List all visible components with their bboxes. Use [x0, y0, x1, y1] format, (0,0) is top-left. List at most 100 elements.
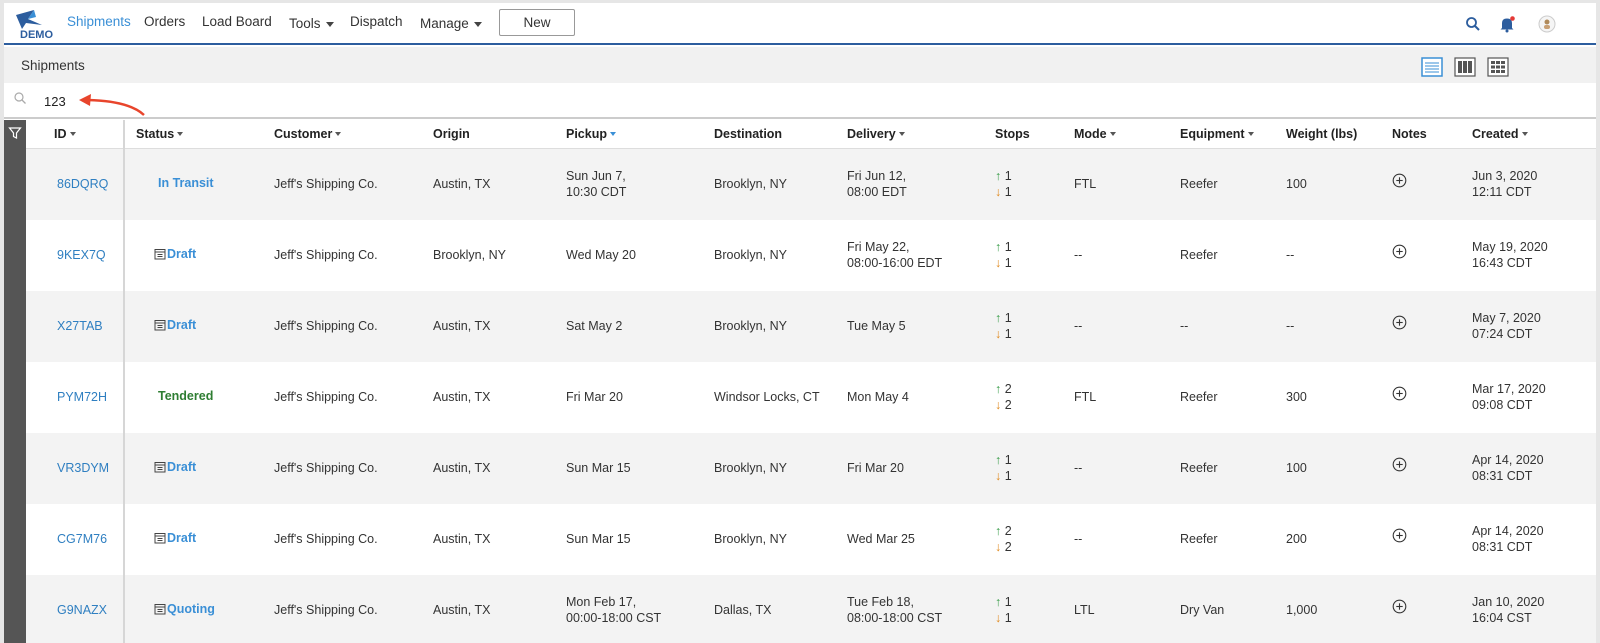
- shipment-id-link[interactable]: PYM72H: [57, 389, 107, 405]
- status-label: Draft: [167, 460, 197, 474]
- weight-cell: --: [1286, 319, 1295, 333]
- mode-cell: --: [1074, 319, 1083, 333]
- search-icon[interactable]: [1464, 15, 1482, 33]
- created-cell: Apr 14, 2020 08:31 CDT: [1472, 452, 1544, 484]
- origin-cell: Austin, TX: [433, 461, 491, 475]
- pickup-cell: Wed May 20: [566, 247, 636, 263]
- origin-cell: Austin, TX: [433, 319, 491, 333]
- delivery-stops-count: 1: [1004, 327, 1012, 341]
- created-date: May 19, 2020: [1472, 240, 1548, 254]
- sort-icon: [1109, 132, 1116, 136]
- pickup-date: Mon Feb 17,: [566, 595, 637, 609]
- origin-cell: Brooklyn, NY: [433, 248, 506, 262]
- customer-cell: Jeff's Shipping Co.: [274, 177, 378, 191]
- weight-cell: 1,000: [1286, 603, 1318, 617]
- delivery-time: 08:00-18:00 CST: [847, 611, 943, 625]
- arrow-up-icon: ↑: [995, 595, 1002, 609]
- pickup-date: Sat May 2: [566, 319, 623, 333]
- status-badge: Quoting: [154, 602, 215, 616]
- status-label: Draft: [167, 247, 197, 261]
- col-status[interactable]: Status: [136, 127, 184, 141]
- destination-cell: Brooklyn, NY: [714, 248, 787, 262]
- shipment-id-link[interactable]: G9NAZX: [57, 602, 107, 618]
- sort-icon: [898, 132, 905, 136]
- filter-sidebar[interactable]: [4, 120, 26, 643]
- col-equipment[interactable]: Equipment: [1180, 127, 1254, 141]
- add-note-icon[interactable]: [1392, 457, 1407, 472]
- created-time: 07:24 CDT: [1472, 327, 1533, 341]
- delivery-stops-count: 2: [1004, 540, 1012, 554]
- table-row[interactable]: X27TAB Draft Jeff's Shipping Co. Austin, TX…: [26, 291, 1596, 362]
- status-badge: Draft: [154, 531, 196, 545]
- weight-cell: 200: [1286, 532, 1307, 546]
- col-mode[interactable]: Mode: [1074, 127, 1116, 141]
- pickup-cell: Sun Jun 7, 10:30 CDT: [566, 168, 626, 200]
- table-row[interactable]: PYM72H Tendered Jeff's Shipping Co. Austin,…: [26, 362, 1596, 433]
- pickup-stops-count: 2: [1004, 382, 1012, 396]
- table-row[interactable]: VR3DYM Draft Jeff's Shipping Co. Austin, TX…: [26, 433, 1596, 504]
- pickup-stops-count: 1: [1004, 453, 1012, 467]
- board-view-icon[interactable]: [1454, 57, 1476, 77]
- table-row[interactable]: CG7M76 Draft Jeff's Shipping Co. Austin, TX…: [26, 504, 1596, 575]
- created-time: 09:08 CDT: [1472, 398, 1533, 412]
- pickup-stops-count: 1: [1004, 240, 1012, 254]
- arrow-down-icon: ↓: [995, 185, 1002, 199]
- shipment-id-link[interactable]: 86DQRQ: [57, 176, 108, 192]
- destination-cell: Brooklyn, NY: [714, 532, 787, 546]
- col-id-label: ID: [54, 127, 67, 141]
- table-row[interactable]: G9NAZX Quoting Jeff's Shipping Co. Austin, …: [26, 575, 1596, 643]
- destination-cell: Windsor Locks, CT: [714, 390, 820, 404]
- add-note-icon[interactable]: [1392, 244, 1407, 259]
- nav-manage[interactable]: Manage: [420, 16, 482, 31]
- col-pickup[interactable]: Pickup: [566, 127, 616, 141]
- nav-dispatch[interactable]: Dispatch: [350, 14, 403, 29]
- add-note-icon[interactable]: [1392, 528, 1407, 543]
- destination-cell: Dallas, TX: [714, 603, 772, 617]
- origin-cell: Austin, TX: [433, 390, 491, 404]
- nav-shipments[interactable]: Shipments: [67, 14, 131, 29]
- pickup-cell: Sun Mar 15: [566, 460, 631, 476]
- shipment-id-link[interactable]: CG7M76: [57, 531, 107, 547]
- col-created[interactable]: Created: [1472, 127, 1528, 141]
- grid-view-icon[interactable]: [1487, 57, 1509, 77]
- avatar[interactable]: [1538, 15, 1556, 33]
- list-view-icon[interactable]: [1421, 57, 1443, 77]
- equipment-cell: Reefer: [1180, 390, 1218, 404]
- nav-load-board[interactable]: Load Board: [202, 14, 272, 29]
- filter-icon[interactable]: [8, 126, 22, 140]
- pickup-cell: Fri Mar 20: [566, 389, 623, 405]
- weight-cell: 300: [1286, 390, 1307, 404]
- arrow-up-icon: ↑: [995, 524, 1002, 538]
- col-id[interactable]: ID: [54, 127, 76, 141]
- add-note-icon[interactable]: [1392, 599, 1407, 614]
- stops-cell: ↑ 1 ↓ 1: [995, 168, 1012, 200]
- add-note-icon[interactable]: [1392, 315, 1407, 330]
- nav-tools[interactable]: Tools: [289, 16, 334, 31]
- col-delivery[interactable]: Delivery: [847, 127, 905, 141]
- arrow-up-icon: ↑: [995, 382, 1002, 396]
- add-note-icon[interactable]: [1392, 173, 1407, 188]
- created-date: Jun 3, 2020: [1472, 169, 1538, 183]
- mode-cell: FTL: [1074, 390, 1097, 404]
- shipment-id-link[interactable]: 9KEX7Q: [57, 247, 106, 263]
- shipment-id-link[interactable]: VR3DYM: [57, 460, 109, 476]
- col-created-label: Created: [1472, 127, 1519, 141]
- delivery-cell: Mon May 4: [847, 389, 909, 405]
- demo-logo[interactable]: DEMO: [14, 7, 58, 41]
- new-button[interactable]: New: [499, 9, 575, 36]
- status-label: In Transit: [158, 176, 214, 190]
- pickup-time: 00:00-18:00 CST: [566, 611, 662, 625]
- nav-orders[interactable]: Orders: [144, 14, 185, 29]
- created-date: Mar 17, 2020: [1472, 382, 1546, 396]
- add-note-icon[interactable]: [1392, 386, 1407, 401]
- pickup-stops-count: 2: [1004, 524, 1012, 538]
- col-customer-label: Customer: [274, 127, 333, 141]
- col-customer[interactable]: Customer: [274, 127, 342, 141]
- shipment-id-link[interactable]: X27TAB: [57, 318, 103, 334]
- table-row[interactable]: 86DQRQ In Transit Jeff's Shipping Co. Austi…: [26, 149, 1596, 220]
- bell-icon[interactable]: [1498, 15, 1516, 33]
- calendar-icon: [154, 462, 166, 473]
- chevron-down-icon: [325, 21, 334, 27]
- table-row[interactable]: 9KEX7Q Draft Jeff's Shipping Co. Brooklyn, …: [26, 220, 1596, 291]
- customer-cell: Jeff's Shipping Co.: [274, 603, 378, 617]
